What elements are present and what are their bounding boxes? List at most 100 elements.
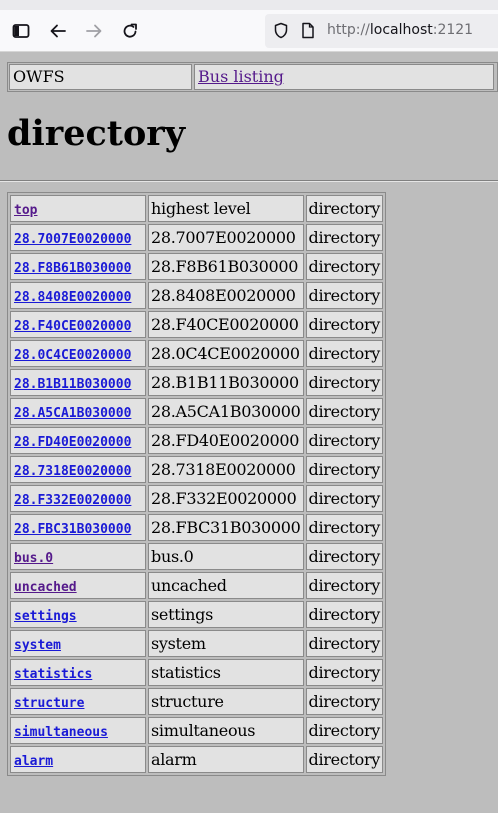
- name-cell: 28.B1B11B030000: [10, 369, 146, 396]
- table-row: uncached uncached directory: [10, 572, 384, 599]
- forward-icon[interactable]: [81, 18, 107, 44]
- type-cell: directory: [305, 282, 384, 309]
- entry-link[interactable]: simultaneous: [14, 725, 108, 740]
- description-cell: uncached: [148, 572, 304, 599]
- entry-link[interactable]: 28.A5CA1B030000: [14, 406, 131, 421]
- entry-link[interactable]: 28.FD40E0020000: [14, 435, 131, 450]
- divider: [0, 180, 498, 182]
- browser-toolbar: http://localhost:2121: [0, 0, 498, 52]
- entry-link[interactable]: settings: [14, 609, 77, 624]
- entry-link[interactable]: uncached: [14, 580, 77, 595]
- name-cell: settings: [10, 601, 146, 628]
- name-cell: statistics: [10, 659, 146, 686]
- entry-link[interactable]: 28.FBC31B030000: [14, 522, 131, 537]
- description-cell: 28.FBC31B030000: [148, 514, 304, 541]
- name-cell: 28.0C4CE0020000: [10, 340, 146, 367]
- shield-icon[interactable]: [273, 22, 289, 43]
- type-cell: directory: [305, 543, 384, 570]
- bus-listing-link[interactable]: Bus listing: [198, 67, 284, 86]
- type-cell: directory: [305, 195, 384, 222]
- entry-link[interactable]: 28.7318E0020000: [14, 464, 131, 479]
- table-row: system system directory: [10, 630, 384, 657]
- table-row: 28.B1B11B030000 28.B1B11B030000 directory: [10, 369, 384, 396]
- description-cell: 28.7007E0020000: [148, 224, 304, 251]
- type-cell: directory: [305, 340, 384, 367]
- description-cell: statistics: [148, 659, 304, 686]
- name-cell: bus.0: [10, 543, 146, 570]
- bus-listing-cell: Bus listing: [194, 64, 494, 90]
- table-row: 28.7007E0020000 28.7007E0020000 directory: [10, 224, 384, 251]
- entry-link[interactable]: 28.F8B61B030000: [14, 261, 131, 276]
- entry-link[interactable]: 28.B1B11B030000: [14, 377, 131, 392]
- type-cell: directory: [305, 688, 384, 715]
- reload-icon[interactable]: [117, 18, 143, 44]
- name-cell: system: [10, 630, 146, 657]
- name-cell: 28.F40CE0020000: [10, 311, 146, 338]
- entry-link[interactable]: 28.7007E0020000: [14, 232, 131, 247]
- description-cell: bus.0: [148, 543, 304, 570]
- page-title: directory: [7, 113, 186, 154]
- page-info-icon[interactable]: [301, 22, 315, 43]
- description-cell: 28.F8B61B030000: [148, 253, 304, 280]
- table-row: 28.7318E0020000 28.7318E0020000 directory: [10, 456, 384, 483]
- description-cell: 28.A5CA1B030000: [148, 398, 304, 425]
- directory-table-body: top highest level directory 28.7007E0020000…: [10, 195, 384, 773]
- entry-link[interactable]: statistics: [14, 667, 92, 682]
- table-row: top highest level directory: [10, 195, 384, 222]
- name-cell: 28.7007E0020000: [10, 224, 146, 251]
- type-cell: directory: [305, 746, 384, 773]
- table-row: 28.F332E0020000 28.F332E0020000 directory: [10, 485, 384, 512]
- type-cell: directory: [305, 311, 384, 338]
- type-cell: directory: [305, 717, 384, 744]
- description-cell: 28.FD40E0020000: [148, 427, 304, 454]
- description-cell: 28.B1B11B030000: [148, 369, 304, 396]
- entry-link[interactable]: system: [14, 638, 61, 653]
- type-cell: directory: [305, 514, 384, 541]
- description-cell: 28.8408E0020000: [148, 282, 304, 309]
- table-row: 28.0C4CE0020000 28.0C4CE0020000 directory: [10, 340, 384, 367]
- entry-link[interactable]: alarm: [14, 754, 53, 769]
- description-cell: 28.0C4CE0020000: [148, 340, 304, 367]
- table-row: alarm alarm directory: [10, 746, 384, 773]
- back-icon[interactable]: [45, 18, 71, 44]
- name-cell: top: [10, 195, 146, 222]
- name-cell: alarm: [10, 746, 146, 773]
- table-row: 28.F40CE0020000 28.F40CE0020000 directory: [10, 311, 384, 338]
- table-row: 28.FBC31B030000 28.FBC31B030000 directory: [10, 514, 384, 541]
- name-cell: 28.FD40E0020000: [10, 427, 146, 454]
- sidebar-toggle-icon[interactable]: [8, 18, 34, 44]
- entry-link[interactable]: bus.0: [14, 551, 53, 566]
- url-port: :2121: [432, 22, 474, 38]
- type-cell: directory: [305, 601, 384, 628]
- type-cell: directory: [305, 369, 384, 396]
- directory-table: top highest level directory 28.7007E0020000…: [7, 192, 387, 776]
- table-row: 28.A5CA1B030000 28.A5CA1B030000 directory: [10, 398, 384, 425]
- type-cell: directory: [305, 572, 384, 599]
- entry-link[interactable]: 28.F40CE0020000: [14, 319, 131, 334]
- description-cell: structure: [148, 688, 304, 715]
- table-row: simultaneous simultaneous directory: [10, 717, 384, 744]
- nav-table: OWFS Bus listing: [7, 62, 498, 92]
- entry-link[interactable]: 28.0C4CE0020000: [14, 348, 131, 363]
- table-row: settings settings directory: [10, 601, 384, 628]
- name-cell: 28.F332E0020000: [10, 485, 146, 512]
- type-cell: directory: [305, 224, 384, 251]
- type-cell: directory: [305, 630, 384, 657]
- description-cell: settings: [148, 601, 304, 628]
- address-bar[interactable]: http://localhost:2121: [265, 14, 498, 48]
- name-cell: structure: [10, 688, 146, 715]
- page-content: OWFS Bus listing directory top highest le…: [0, 53, 498, 813]
- description-cell: alarm: [148, 746, 304, 773]
- tab-strip: [0, 0, 498, 10]
- entry-link[interactable]: 28.F332E0020000: [14, 493, 131, 508]
- name-cell: 28.F8B61B030000: [10, 253, 146, 280]
- entry-link[interactable]: top: [14, 203, 37, 218]
- description-cell: system: [148, 630, 304, 657]
- type-cell: directory: [305, 659, 384, 686]
- description-cell: simultaneous: [148, 717, 304, 744]
- table-row: bus.0 bus.0 directory: [10, 543, 384, 570]
- entry-link[interactable]: structure: [14, 696, 84, 711]
- url-text[interactable]: http://localhost:2121: [327, 22, 473, 38]
- entry-link[interactable]: 28.8408E0020000: [14, 290, 131, 305]
- url-host: localhost: [369, 22, 433, 38]
